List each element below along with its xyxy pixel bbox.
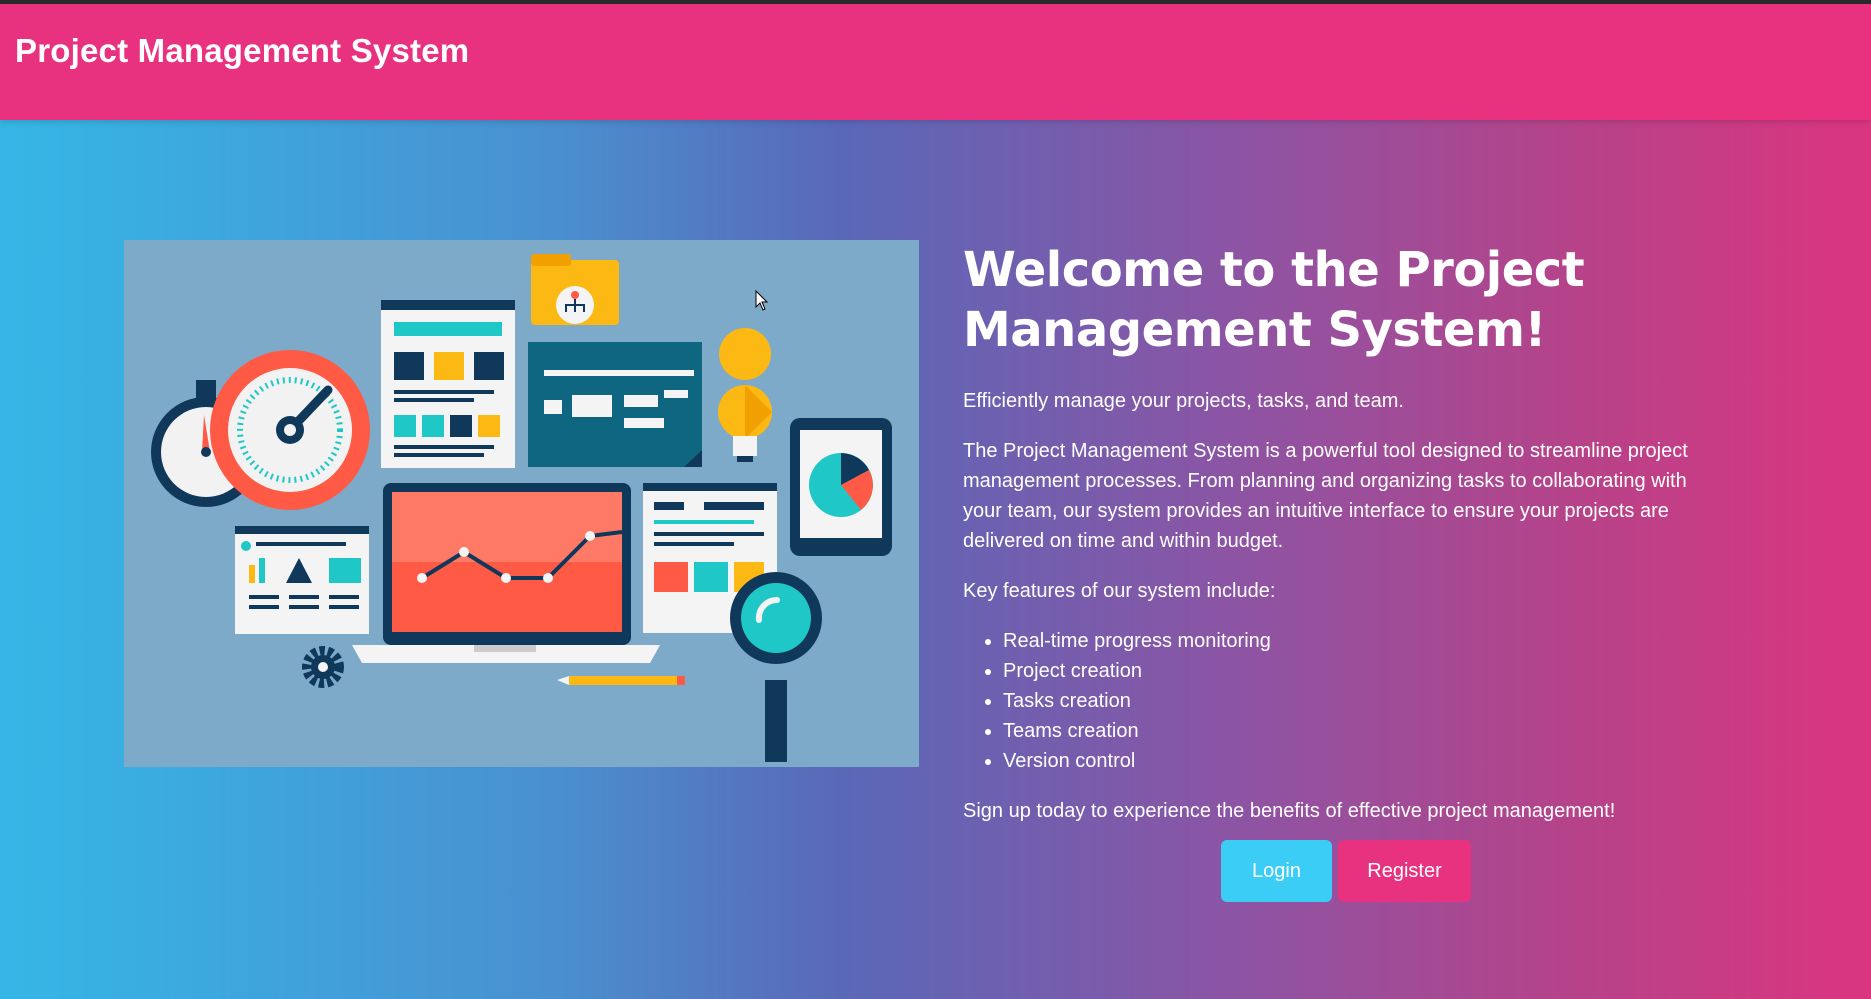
magnifier-icon <box>730 572 822 762</box>
feature-item: Real-time progress monitoring <box>1003 626 1723 656</box>
dashboard-document-icon <box>235 526 369 634</box>
feature-item: Tasks creation <box>1003 686 1723 716</box>
folder-icon <box>531 254 619 325</box>
gear-icon <box>302 646 344 688</box>
login-button[interactable]: Login <box>1221 840 1332 902</box>
feature-item: Project creation <box>1003 656 1723 686</box>
feature-item: Version control <box>1003 746 1723 776</box>
welcome-heading: Welcome to the Project Management System… <box>963 242 1585 358</box>
app-header: Project Management System <box>0 4 1871 120</box>
pencil-icon <box>557 676 685 685</box>
welcome-section: Welcome to the Project Management System… <box>963 240 1723 826</box>
laptop-linechart-icon <box>352 483 660 663</box>
tablet-piechart-icon <box>790 418 892 556</box>
project-management-illustration <box>124 240 919 767</box>
speedometer-icon <box>210 350 370 510</box>
auth-buttons: Login Register <box>1221 840 1471 902</box>
mouse-cursor-icon <box>755 290 769 311</box>
register-button[interactable]: Register <box>1338 840 1471 902</box>
report-document-icon <box>381 300 515 468</box>
feature-item: Teams creation <box>1003 716 1723 746</box>
description: The Project Management System is a power… <box>963 440 1688 552</box>
tagline: Efficiently manage your projects, tasks,… <box>963 390 1404 412</box>
signup-text: Sign up today to experience the benefits… <box>963 800 1616 822</box>
app-title: Project Management System <box>15 32 470 69</box>
features-intro: Key features of our system include: <box>963 580 1276 602</box>
flowchart-board-icon <box>528 342 702 467</box>
lightbulb-icon <box>718 328 772 462</box>
features-list: Real-time progress monitoring Project cr… <box>963 626 1723 776</box>
